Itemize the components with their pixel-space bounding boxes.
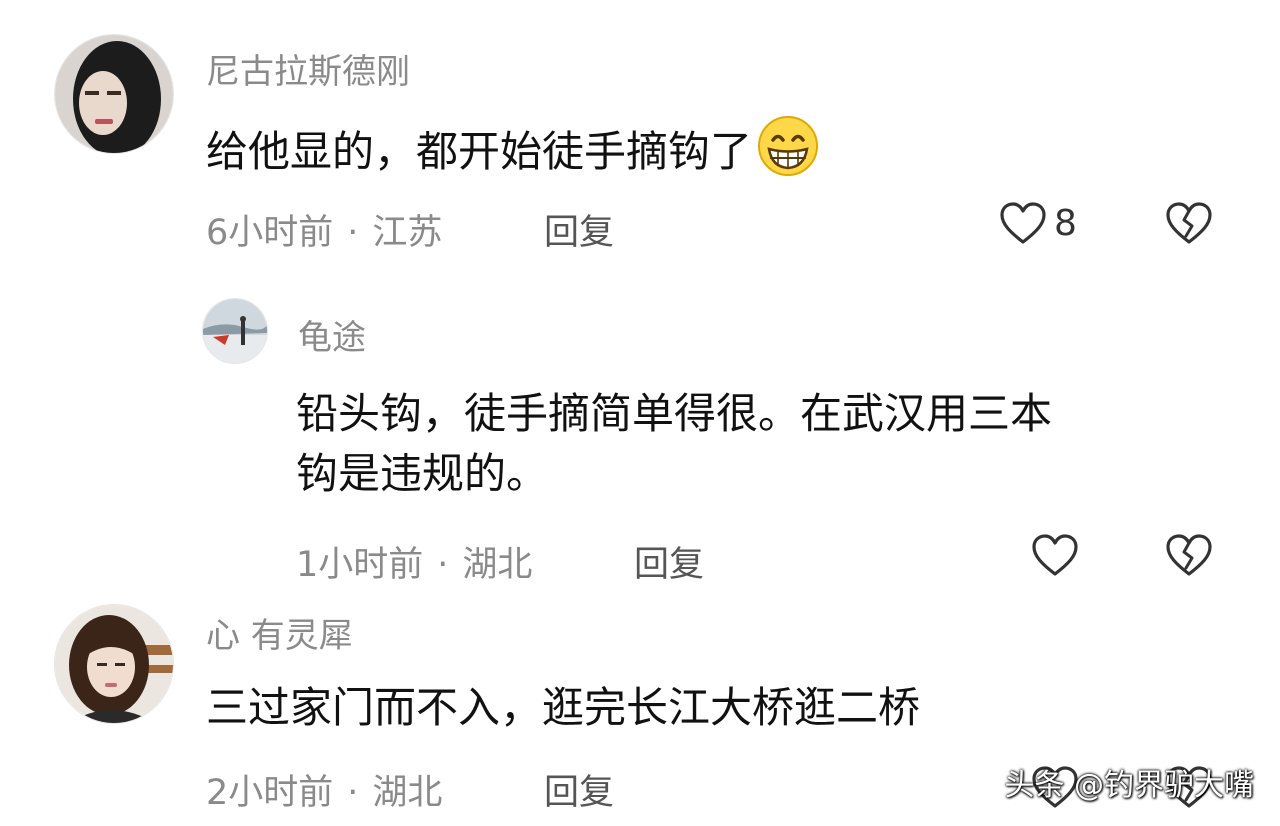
comment-location: 湖北: [372, 773, 443, 813]
username[interactable]: 龟途: [298, 310, 366, 359]
heart-outline-icon: [1000, 202, 1046, 244]
avatar[interactable]: [54, 34, 174, 154]
watermark: 头条 @钓界驴大嘴: [1004, 768, 1254, 803]
comment-text: 铅头钩，徒手摘简单得很。在武汉用三本 钩是违规的。: [296, 384, 1052, 504]
user-avatar-image-icon: [203, 299, 267, 363]
reply-button[interactable]: 回复: [634, 536, 704, 587]
user-avatar-image-icon: [55, 35, 173, 153]
comment-meta: 1小时前 · 湖北: [296, 536, 532, 587]
comment-time: 2小时前: [206, 773, 334, 813]
comment-meta: 2小时前 · 湖北: [206, 764, 442, 815]
comment-time: 1小时前: [296, 545, 424, 585]
comment-text: 三过家门而不入，逛完长江大桥逛二桥: [206, 678, 920, 738]
comment-meta: 6小时前 · 江苏: [206, 204, 442, 255]
comment-text-content: 给他显的，都开始徒手摘钩了: [206, 127, 753, 176]
comment-location: 江苏: [372, 213, 443, 253]
grinning-face-emoji-icon: [756, 114, 820, 194]
like-button[interactable]: [1030, 532, 1080, 578]
heart-outline-icon: [1032, 534, 1078, 576]
avatar[interactable]: [202, 298, 268, 364]
comment-1: 尼古拉斯德刚 给他显的，都开始徒手摘钩了 6小时前 · 江苏 回复 8: [0, 0, 1280, 270]
dislike-button[interactable]: [1164, 200, 1214, 250]
reply-button[interactable]: 回复: [544, 764, 614, 815]
broken-heart-icon: [1166, 534, 1212, 576]
reply-button[interactable]: 回复: [544, 204, 614, 255]
comment-2: 龟途 铅头钩，徒手摘简单得很。在武汉用三本 钩是违规的。 1小时前 · 湖北 回复: [0, 270, 1280, 590]
comment-text-line-2: 钩是违规的。: [296, 449, 549, 498]
comment-location: 湖北: [462, 545, 533, 585]
broken-heart-icon: [1166, 202, 1212, 244]
avatar[interactable]: [54, 604, 174, 724]
comment-text-line-1: 铅头钩，徒手摘简单得很。在武汉用三本: [296, 389, 1053, 438]
dislike-button[interactable]: [1164, 532, 1214, 582]
like-button[interactable]: 8: [998, 200, 1077, 246]
comment-time: 6小时前: [206, 213, 334, 253]
meta-separator: ·: [347, 213, 359, 253]
username[interactable]: 心 有灵犀: [206, 608, 353, 657]
username[interactable]: 尼古拉斯德刚: [206, 44, 410, 93]
comment-text: 给他显的，都开始徒手摘钩了: [206, 114, 820, 194]
meta-separator: ·: [437, 545, 449, 585]
user-avatar-image-icon: [55, 605, 173, 723]
comment-text-content: 三过家门而不入，逛完长江大桥逛二桥: [206, 683, 921, 732]
like-count: 8: [1054, 202, 1077, 244]
meta-separator: ·: [347, 773, 359, 813]
